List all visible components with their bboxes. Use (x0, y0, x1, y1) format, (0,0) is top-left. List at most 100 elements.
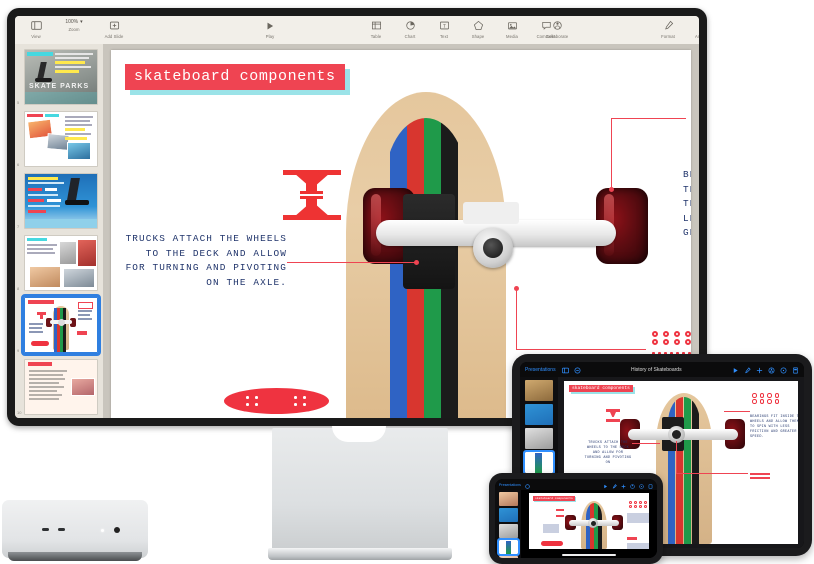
slide-thumbnail-wrap[interactable]: SKATE PARKS 5 (17, 49, 98, 105)
chevron-down-icon: ▾ (80, 19, 83, 25)
ipad-leader-line (676, 441, 677, 473)
zoom-value: 100% (65, 19, 79, 25)
ipad-leader-line-4 (632, 443, 660, 444)
iphone-thumbnail-selected[interactable] (496, 538, 520, 556)
insert-shape-button[interactable]: Shape (465, 19, 491, 39)
slide-thumbnail-8[interactable] (24, 235, 98, 291)
ipad-truck-icon-2 (606, 419, 620, 422)
iphone-thumbnail[interactable] (498, 492, 518, 506)
iphone-presentations-button[interactable]: Presentations (499, 483, 521, 487)
leader-dot-bearings (609, 187, 614, 192)
usb-c-port-2[interactable] (58, 528, 65, 531)
iphone-slide-navigator[interactable] (495, 490, 521, 558)
slide-number: 9 (17, 348, 20, 353)
ipad-presentations-button[interactable]: Presentations (525, 367, 556, 373)
animate-button[interactable]: Animate (690, 19, 699, 39)
keynote-toolbar: View 100% ▾ Zoom Add Slide Play Table Ch… (15, 16, 699, 45)
ipad-truck-icon (606, 409, 620, 412)
display-stand (272, 428, 448, 556)
iphone-truck-icon (556, 509, 564, 511)
insert-media-button[interactable]: Media (499, 19, 525, 39)
iphone-text-block-bottom (627, 543, 649, 549)
nut-icon (674, 339, 680, 345)
ipad-thumbnail[interactable] (525, 404, 553, 425)
ipad-document-title: History of Skateboards (630, 366, 682, 373)
usb-c-port-1[interactable] (42, 528, 49, 531)
slide-thumbnail-10[interactable] (24, 359, 98, 415)
ipad-slide-title: skateboard components (569, 385, 633, 392)
iphone-thumbnail[interactable] (498, 508, 518, 522)
nuts-graphic (652, 331, 691, 345)
iphone-toolbar: Presentations (495, 479, 657, 490)
mac-studio-vent (8, 552, 142, 561)
ipad-leader-line-3 (724, 411, 750, 412)
zoom-label: Zoom (68, 26, 80, 32)
iphone-canvas[interactable]: skateboard components (521, 490, 657, 558)
play-button[interactable]: Play (257, 19, 283, 39)
callout-bearings[interactable]: BEARINGS FIT INSIDE THE WHEELS AND ALLOW… (683, 168, 691, 241)
iphone-screw-mark (627, 537, 637, 540)
toolbar-collaborate-group: Collaborate (540, 19, 574, 39)
slide-thumbnail-wrap[interactable]: 6 (17, 111, 98, 167)
slide-thumbnail-9[interactable] (21, 294, 101, 356)
slide-thumbnail-wrap[interactable]: 10 (17, 359, 98, 415)
slide-thumbnail-wrap-selected[interactable]: 9 (17, 294, 101, 356)
iphone-truck-icon-2 (556, 515, 564, 517)
ipad-toolbar: Presentations History of Skateboards (520, 362, 804, 377)
ipad-bearings-graphic (752, 393, 781, 404)
slide-navigator[interactable]: SKATE PARKS 5 6 7 8 9 10 (15, 44, 104, 418)
insert-chart-button[interactable]: Chart (397, 19, 423, 39)
format-button[interactable]: Format (655, 19, 681, 39)
collaborate-button[interactable]: Collaborate (540, 19, 574, 39)
play-icon (264, 19, 277, 32)
iphone-text-block-right (627, 513, 649, 523)
headphone-jack[interactable] (114, 527, 120, 533)
shape-icon (472, 19, 485, 32)
slide-thumbnail-wrap[interactable]: 8 (17, 235, 98, 291)
toolbar-left-group: View 100% ▾ Zoom Add Slide (23, 19, 129, 39)
iphone-thumbnail[interactable] (498, 556, 518, 558)
ipad-thumbnail[interactable] (525, 380, 553, 401)
nut-icon (674, 331, 680, 337)
format-label: Format (661, 33, 675, 39)
insert-text-button[interactable]: T Text (431, 19, 457, 39)
iphone-deck-silhouette (541, 541, 563, 546)
media-icon (506, 19, 519, 32)
slide-thumbnail-5[interactable]: SKATE PARKS (24, 49, 98, 105)
text-label: Text (439, 33, 449, 39)
play-label: Play (265, 33, 275, 39)
zoom-control[interactable]: 100% ▾ Zoom (59, 19, 89, 39)
slide-number: 5 (17, 100, 20, 105)
iphone-thumbnail[interactable] (498, 524, 518, 538)
power-led (101, 529, 104, 532)
slide-thumbnail-7[interactable] (24, 173, 98, 229)
callout-trucks[interactable]: TRUCKS ATTACH THE WHEELS TO THE DECK AND… (125, 232, 287, 290)
leader-line-screws-h (516, 349, 646, 350)
view-label: View (31, 33, 41, 39)
iphone-pivot (591, 521, 596, 526)
toolbar-center-group: Play (257, 19, 283, 39)
deck-silhouette (224, 388, 329, 414)
chart-label: Chart (404, 33, 416, 39)
iphone-slide-title: skateboard components (533, 496, 575, 501)
ipad-thumbnail-selected[interactable] (523, 450, 555, 475)
table-label: Table (370, 33, 382, 39)
slide-number: 8 (17, 286, 20, 291)
ipad-truck-hanger-icon (610, 412, 616, 417)
add-slide-button[interactable]: Add Slide (99, 19, 129, 39)
slide-thumbnail-wrap[interactable]: 7 (17, 173, 98, 229)
truck-icon-top (283, 168, 341, 194)
format-brush-icon (662, 19, 675, 32)
leader-dot-screws (514, 286, 519, 291)
view-button[interactable]: View (23, 19, 49, 39)
iphone-text-block-left (543, 524, 559, 533)
nut-icon (663, 331, 669, 337)
slide-thumbnail-6[interactable] (24, 111, 98, 167)
insert-table-button[interactable]: Table (363, 19, 389, 39)
mac-studio (2, 500, 148, 558)
shape-label: Shape (471, 33, 485, 39)
slide-title[interactable]: skateboard components (125, 64, 345, 90)
iphone-current-slide[interactable]: skateboard components (529, 493, 649, 549)
pivot-cup (483, 238, 503, 258)
ipad-thumbnail[interactable] (525, 428, 553, 449)
